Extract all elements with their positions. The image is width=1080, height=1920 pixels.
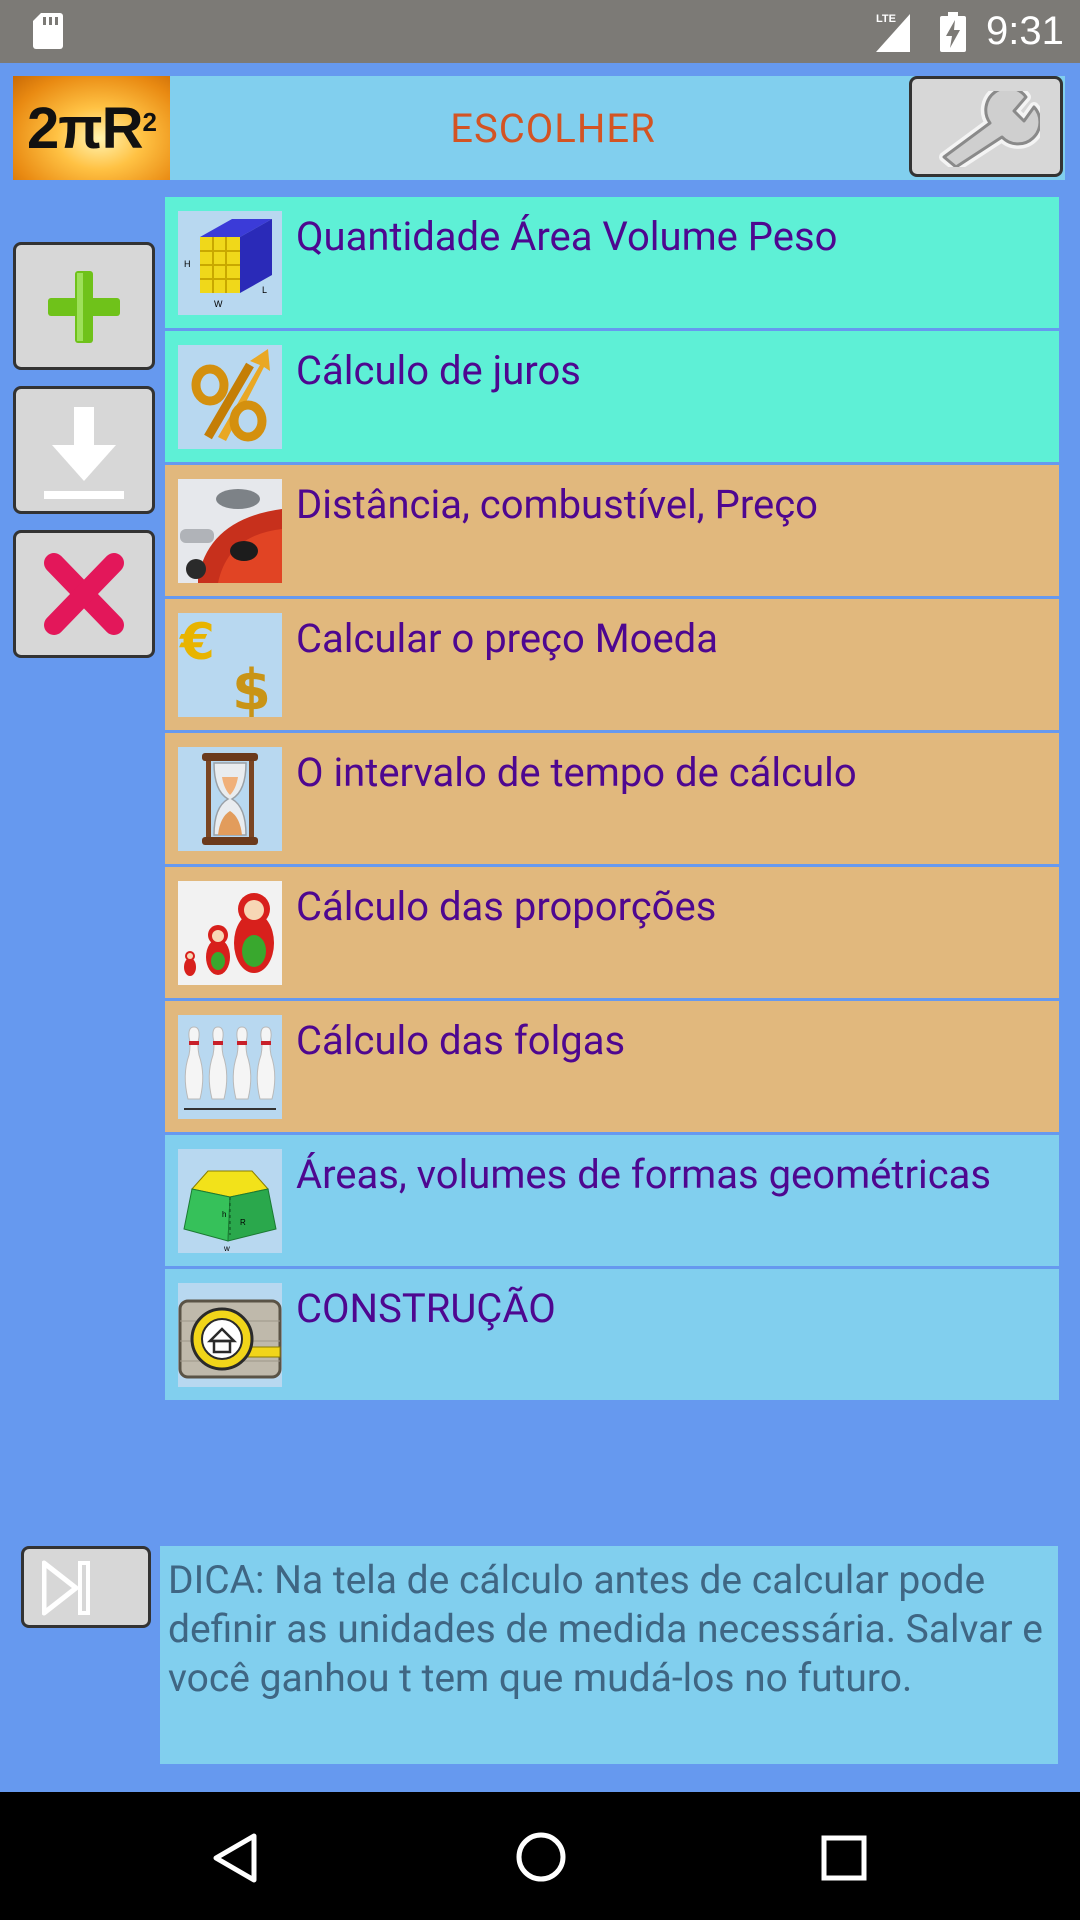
download-button[interactable] xyxy=(13,386,155,514)
menu-item-label: Áreas, volumes de formas geométricas xyxy=(296,1151,992,1198)
svg-text:H: H xyxy=(184,259,191,269)
menu-item-clearances[interactable]: Cálculo das folgas xyxy=(165,1001,1059,1132)
status-bar: LTE 9:31 xyxy=(0,0,1080,63)
house-tape-icon xyxy=(178,1299,282,1379)
fuel-car-icon xyxy=(178,479,282,583)
back-icon[interactable] xyxy=(210,1832,260,1884)
svg-text:W: W xyxy=(214,299,223,309)
plus-icon xyxy=(48,271,120,343)
delete-button[interactable] xyxy=(13,530,155,658)
svg-text:€: € xyxy=(179,613,215,671)
menu-item-currency[interactable]: € $ Calcular o preço Moeda xyxy=(165,599,1059,730)
menu-item-fuel[interactable]: Distância, combustível, Preço xyxy=(165,465,1059,596)
close-icon xyxy=(44,553,124,635)
percent-icon xyxy=(191,349,270,442)
menu-item-geometry[interactable]: h R w Áreas, volumes de formas geométric… xyxy=(165,1135,1059,1266)
logo-text: 2πR xyxy=(26,95,144,161)
page-title: ESCOLHER xyxy=(450,104,656,152)
tip-text: DICA: Na tela de cálculo antes de calcul… xyxy=(160,1546,1058,1764)
settings-button[interactable] xyxy=(909,76,1063,177)
svg-text:$: $ xyxy=(232,658,271,717)
menu-item-label: Distância, combustível, Preço xyxy=(296,481,818,528)
currency-icon: € $ xyxy=(179,613,271,717)
home-icon[interactable] xyxy=(514,1830,568,1884)
menu-item-label: Cálculo das proporções xyxy=(296,883,717,930)
navigation-bar xyxy=(0,1792,1080,1920)
menu-item-proportions[interactable]: Cálculo das proporções xyxy=(165,867,1059,998)
menu-item-construction[interactable]: CONSTRUÇÃO xyxy=(165,1269,1059,1400)
svg-text:L: L xyxy=(262,285,267,295)
svg-text:w: w xyxy=(223,1244,230,1253)
menu-item-time[interactable]: O intervalo de tempo de cálculo xyxy=(165,733,1059,864)
menu-item-label: Calcular o preço Moeda xyxy=(296,615,718,662)
add-button[interactable] xyxy=(13,242,155,370)
menu-item-label: Cálculo de juros xyxy=(296,347,581,394)
skip-next-icon xyxy=(42,1560,90,1616)
svg-text:LTE: LTE xyxy=(876,13,896,25)
wrench-icon xyxy=(939,91,1040,167)
sd-card-icon xyxy=(33,13,63,49)
menu-item-label: Cálculo das folgas xyxy=(296,1017,626,1064)
clock: 9:31 xyxy=(986,9,1064,53)
menu-item-interest[interactable]: Cálculo de juros xyxy=(165,331,1059,462)
menu-item-label: CONSTRUÇÃO xyxy=(296,1285,556,1332)
svg-text:h: h xyxy=(222,1210,226,1219)
lte-signal-icon: LTE xyxy=(876,13,910,52)
prism-shape-icon: h R w xyxy=(183,1170,277,1253)
hourglass-icon xyxy=(202,753,258,845)
menu-item-quantity[interactable]: H W L Quantidade Área Volume Peso xyxy=(165,197,1059,328)
recents-icon[interactable] xyxy=(820,1834,868,1882)
bowling-pins-icon xyxy=(184,1026,276,1110)
menu-item-label: O intervalo de tempo de cálculo xyxy=(296,749,857,796)
svg-text:R: R xyxy=(240,1218,246,1227)
calculator-menu: H W L Quantidade Área Volume Peso Cálcul… xyxy=(165,197,1059,1403)
skip-tip-button[interactable] xyxy=(21,1546,151,1628)
download-icon xyxy=(44,407,124,499)
cube-volume-icon: H W L xyxy=(184,219,272,309)
menu-item-label: Quantidade Área Volume Peso xyxy=(296,213,838,260)
matryoshka-icon xyxy=(184,893,274,976)
logo-superscript: 2 xyxy=(142,106,158,137)
app-logo[interactable]: 2πR 2 xyxy=(13,76,170,180)
header: 2πR 2 ESCOLHER xyxy=(13,76,1065,180)
battery-charging-icon xyxy=(940,12,966,52)
